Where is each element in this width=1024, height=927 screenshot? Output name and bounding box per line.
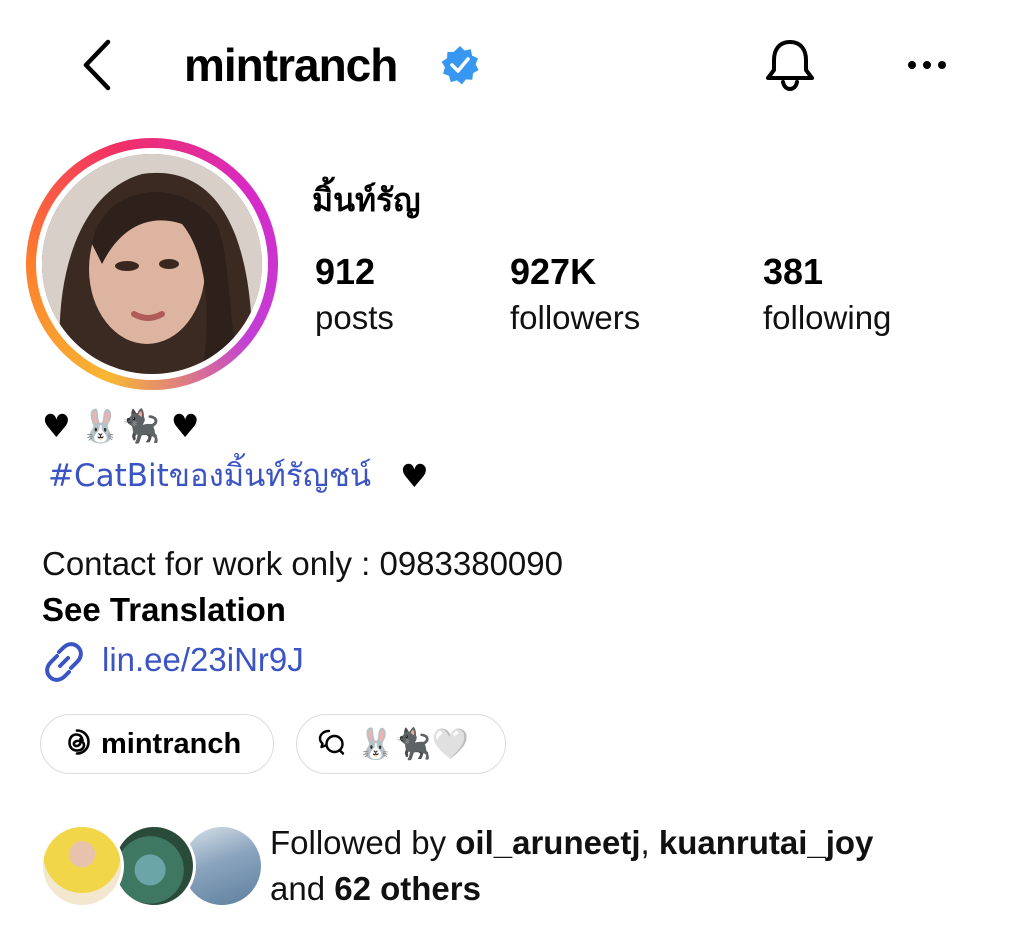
bio-contact-text: Contact for work only : 0983380090	[42, 545, 563, 582]
followed-by-text[interactable]: Followed by oil_aruneetj, kuanrutai_joy …	[270, 820, 990, 912]
back-button[interactable]	[72, 34, 122, 96]
profile-username: mintranch	[184, 39, 398, 91]
mutual-follower-avatar[interactable]	[40, 824, 124, 908]
note-chip[interactable]: 🐰🐈‍⬛🤍	[296, 714, 506, 774]
mutual-follower-avatar[interactable]	[112, 824, 196, 908]
mutual-others-count[interactable]: 62 others	[334, 870, 481, 907]
notifications-button[interactable]	[760, 34, 820, 94]
link-icon	[40, 640, 86, 684]
followed-by-prefix: Followed by	[270, 824, 447, 861]
display-name: มิ้นท์รัญ	[312, 181, 421, 219]
following-count[interactable]: 381	[763, 250, 823, 294]
posts-count: 912	[315, 251, 376, 292]
back-arrow-icon	[83, 39, 111, 91]
bio-emoji-line: ♥ 🐰🐈‍⬛ ♥	[42, 407, 200, 445]
note-chip-label: 🐰🐈‍⬛🤍	[357, 726, 470, 762]
followers-label[interactable]: followers	[510, 298, 640, 338]
mutual-user-1[interactable]: oil_aruneetj	[455, 824, 640, 861]
posts-label: posts	[315, 299, 394, 336]
bio-external-link[interactable]: lin.ee/23iNr9J	[102, 638, 304, 682]
profile-avatar[interactable]	[42, 154, 262, 374]
bio-hashtag-link[interactable]: #CatBitของมิ้นท์รัญชน์	[48, 455, 371, 497]
followed-by-and: and	[270, 870, 326, 907]
followed-by-separator: ,	[640, 824, 650, 861]
threads-icon	[63, 728, 91, 761]
chat-bubbles-icon	[317, 727, 347, 762]
following-label[interactable]: following	[763, 298, 891, 338]
mutual-user-2[interactable]: kuanrutai_joy	[659, 824, 874, 861]
followers-count[interactable]: 927K	[510, 250, 596, 294]
more-options-icon	[908, 61, 946, 69]
threads-chip-label: mintranch	[101, 727, 242, 760]
bell-icon	[766, 40, 814, 92]
see-translation-button[interactable]: See Translation	[42, 588, 286, 632]
bio-heart: ♥	[400, 457, 429, 495]
verified-badge-icon	[440, 45, 480, 85]
more-options-button[interactable]	[900, 40, 954, 90]
threads-profile-chip[interactable]: mintranch	[40, 714, 274, 774]
